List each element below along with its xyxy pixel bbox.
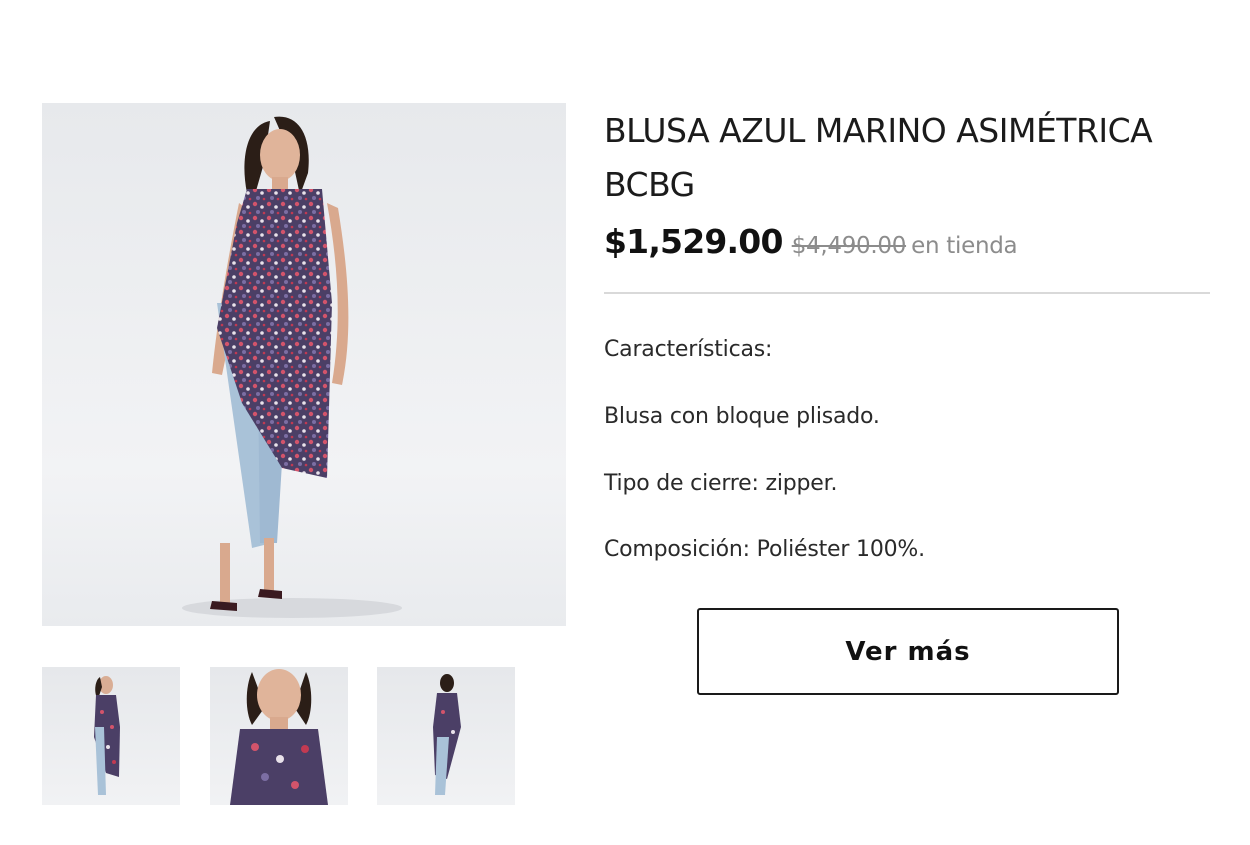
price-store-note: en tienda [911, 233, 1018, 259]
feature-item: Tipo de cierre: zipper. [604, 471, 838, 496]
product-main-image[interactable] [42, 103, 566, 626]
current-price: $1,529.00 [604, 222, 783, 261]
model-back-thumb-icon [433, 674, 461, 795]
divider [604, 292, 1210, 294]
model-front-illustration [182, 116, 402, 618]
feature-item: Composición: Poliéster 100%. [604, 537, 925, 562]
thumbnail-back[interactable] [377, 667, 515, 805]
view-more-button[interactable]: Ver más [697, 608, 1119, 695]
original-price: $4,490.00 [791, 233, 907, 259]
model-front-thumb-icon [94, 676, 120, 795]
price-row: $1,529.00 $4,490.00 en tienda [604, 222, 1018, 261]
feature-item: Blusa con bloque plisado. [604, 404, 880, 429]
thumbnail-front[interactable] [42, 667, 180, 805]
features-heading: Características: [604, 337, 773, 362]
thumbnail-closeup[interactable] [210, 667, 348, 805]
product-title: BLUSA AZUL MARINO ASIMÉTRICA BCBG [604, 111, 1153, 204]
model-closeup-thumb-icon [230, 669, 328, 805]
